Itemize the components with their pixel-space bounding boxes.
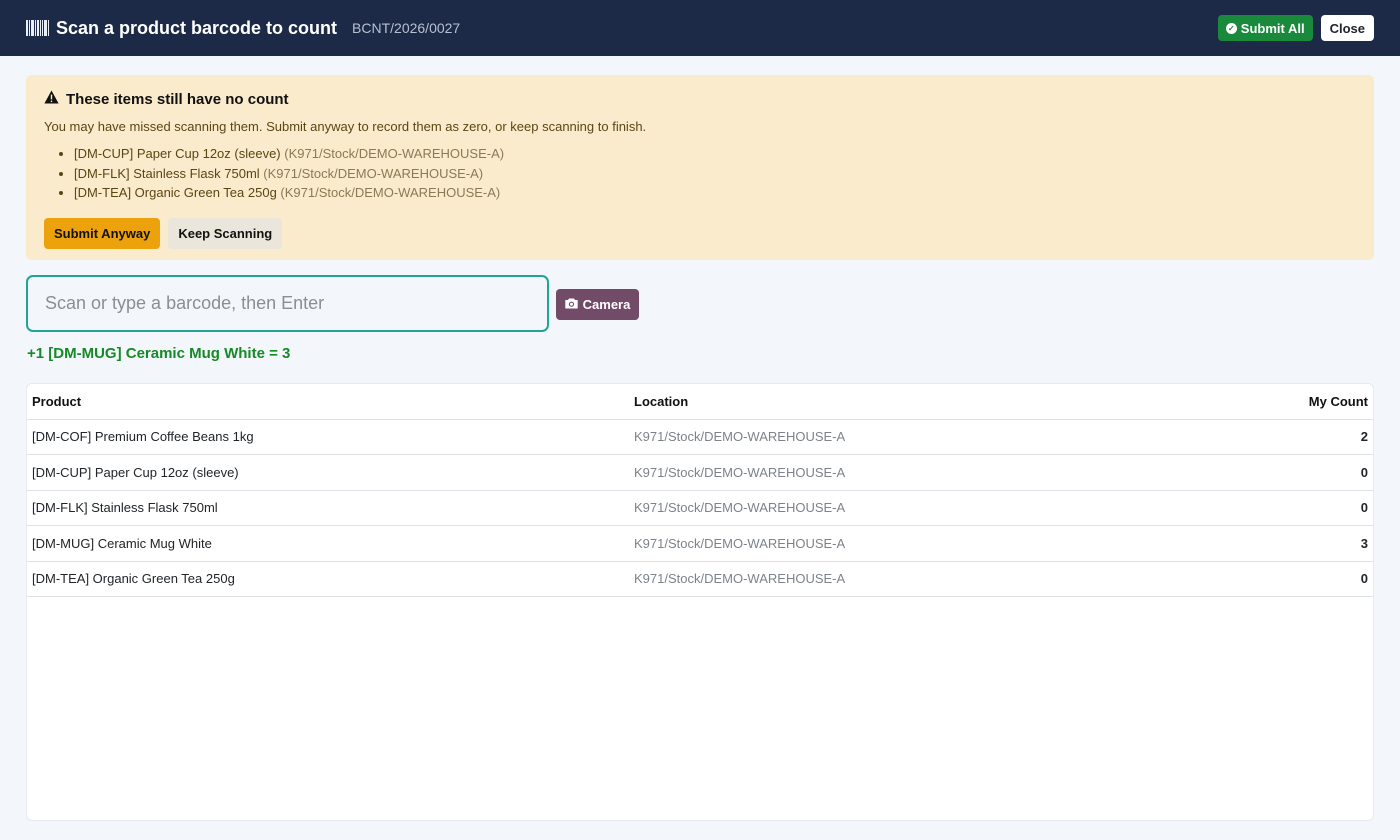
location-cell: K971/Stock/DEMO-WAREHOUSE-A [629, 490, 1196, 526]
alert-description: You may have missed scanning them. Submi… [44, 119, 647, 134]
missing-item: [DM-CUP] Paper Cup 12oz (sleeve) (K971/S… [74, 144, 1356, 164]
table-row[interactable]: [DM-COF] Premium Coffee Beans 1kg K971/S… [27, 419, 1373, 455]
location-cell: K971/Stock/DEMO-WAREHOUSE-A [629, 525, 1196, 562]
missing-item-product: [DM-FLK] Stainless Flask 750ml [74, 165, 260, 181]
warning-icon [44, 90, 59, 108]
alert-actions: Submit Anyway Keep Scanning [44, 217, 1356, 249]
table-row[interactable]: [DM-CUP] Paper Cup 12oz (sleeve) K971/St… [27, 454, 1373, 491]
barcode-icon [26, 20, 49, 36]
table-header-row: Product Location My Count [27, 384, 1373, 420]
count-cell: 0 [1195, 454, 1373, 491]
scan-status-message: +1 [DM-MUG] Ceramic Mug White = 3 [27, 345, 291, 362]
missing-item: [DM-TEA] Organic Green Tea 250g (K971/St… [74, 183, 1356, 203]
count-reference: BCNT/2026/0027 [352, 20, 461, 36]
missing-items-list: [DM-CUP] Paper Cup 12oz (sleeve) (K971/S… [74, 144, 1356, 203]
count-cell: 3 [1195, 525, 1373, 562]
count-table: Product Location My Count [DM-COF] Premi… [27, 384, 1373, 597]
page-title: Scan a product barcode to count [56, 17, 338, 38]
alert-title: These items still have no count [66, 90, 289, 108]
table-row[interactable]: [DM-FLK] Stainless Flask 750ml K971/Stoc… [27, 490, 1373, 526]
count-cell: 0 [1195, 490, 1373, 526]
alert-heading: These items still have no count [44, 90, 1356, 108]
submit-all-button[interactable]: ✓ Submit All [1217, 15, 1313, 41]
count-table-card: Product Location My Count [DM-COF] Premi… [26, 383, 1374, 821]
count-cell: 2 [1195, 419, 1373, 455]
check-circle-icon: ✓ [1225, 22, 1237, 34]
missing-item-product: [DM-CUP] Paper Cup 12oz (sleeve) [74, 146, 281, 161]
submit-all-label: Submit All [1240, 20, 1305, 36]
column-header-product: Product [27, 384, 629, 420]
product-cell: [DM-CUP] Paper Cup 12oz (sleeve) [27, 454, 629, 491]
submit-anyway-button[interactable]: Submit Anyway [44, 217, 161, 249]
barcode-input[interactable] [26, 275, 549, 332]
missing-item: [DM-FLK] Stainless Flask 750ml (K971/Sto… [74, 164, 1356, 184]
camera-button[interactable]: Camera [556, 289, 639, 320]
missing-item-location: (K971/Stock/DEMO-WAREHOUSE-A) [280, 185, 501, 200]
missing-item-location: (K971/Stock/DEMO-WAREHOUSE-A) [263, 165, 484, 181]
close-button[interactable]: Close [1320, 15, 1374, 41]
camera-label: Camera [582, 297, 631, 312]
camera-icon [564, 297, 578, 312]
product-cell: [DM-FLK] Stainless Flask 750ml [27, 490, 629, 526]
count-cell: 0 [1195, 561, 1373, 597]
keep-scanning-button[interactable]: Keep Scanning [168, 217, 283, 249]
location-cell: K971/Stock/DEMO-WAREHOUSE-A [629, 454, 1196, 491]
missing-item-product: [DM-TEA] Organic Green Tea 250g [74, 185, 277, 200]
location-cell: K971/Stock/DEMO-WAREHOUSE-A [629, 561, 1196, 597]
table-row[interactable]: [DM-TEA] Organic Green Tea 250g K971/Sto… [27, 561, 1373, 597]
product-cell: [DM-TEA] Organic Green Tea 250g [27, 561, 629, 597]
top-bar: Scan a product barcode to count BCNT/202… [0, 0, 1400, 56]
missing-count-alert: These items still have no count You may … [26, 75, 1374, 260]
missing-item-location: (K971/Stock/DEMO-WAREHOUSE-A) [284, 146, 505, 161]
table-row[interactable]: [DM-MUG] Ceramic Mug White K971/Stock/DE… [27, 525, 1373, 562]
column-header-count: My Count [1195, 384, 1373, 420]
location-cell: K971/Stock/DEMO-WAREHOUSE-A [629, 419, 1196, 455]
product-cell: [DM-MUG] Ceramic Mug White [27, 525, 629, 562]
product-cell: [DM-COF] Premium Coffee Beans 1kg [27, 419, 629, 455]
column-header-location: Location [629, 384, 1196, 420]
